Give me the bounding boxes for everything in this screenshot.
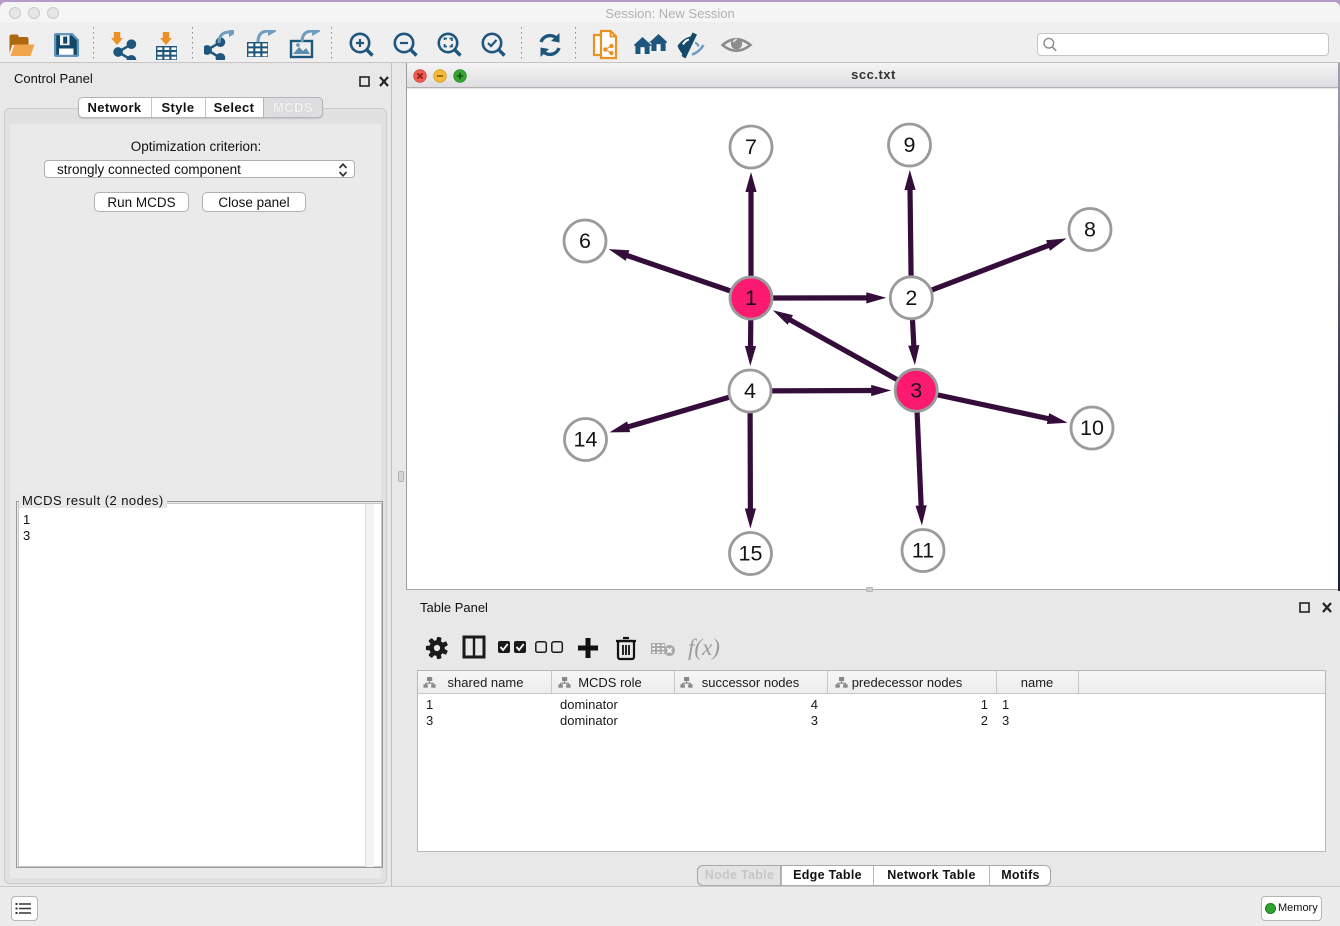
svg-text:15: 15 <box>739 542 763 566</box>
svg-text:10: 10 <box>1080 416 1104 440</box>
svg-text:4: 4 <box>744 379 756 403</box>
svg-text:9: 9 <box>904 133 916 157</box>
svg-text:11: 11 <box>912 539 934 563</box>
svg-text:7: 7 <box>745 135 757 159</box>
svg-text:6: 6 <box>579 229 591 253</box>
svg-text:2: 2 <box>905 286 917 310</box>
svg-text:3: 3 <box>910 379 922 403</box>
svg-text:1: 1 <box>745 286 757 310</box>
svg-text:14: 14 <box>574 428 598 452</box>
svg-text:8: 8 <box>1084 218 1096 242</box>
